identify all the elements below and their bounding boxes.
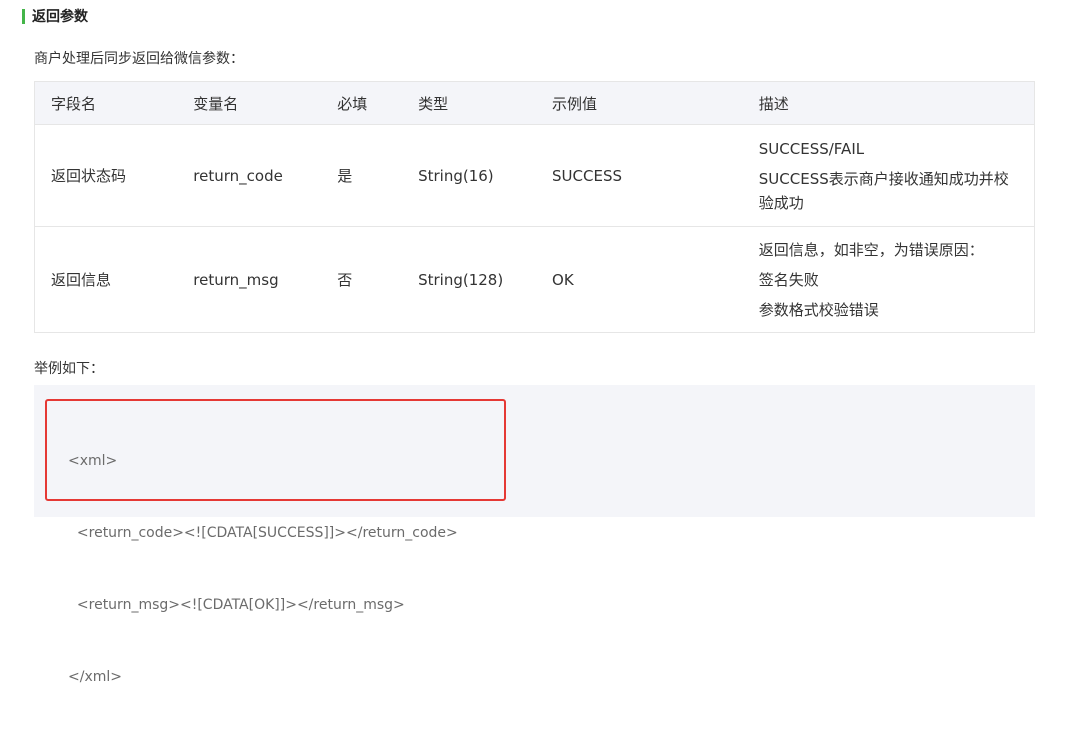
cell-variable: return_msg: [193, 270, 279, 289]
code-block: <xml> <return_code><![CDATA[SUCCESS]]></…: [34, 385, 1035, 685]
section-title-text: 返回参数: [32, 9, 88, 25]
table-row: 返回状态码 return_code 是 String(16) SUCCESS S…: [34, 124, 1035, 227]
cell-field: 返回状态码: [51, 167, 127, 185]
header-type: 类型: [418, 94, 449, 113]
code-line: </xml>: [68, 669, 122, 685]
intro-text: 商户处理后同步返回给微信参数：: [34, 51, 244, 67]
header-field-name: 字段名: [51, 94, 97, 113]
header-required: 必填: [337, 94, 368, 113]
cell-example: SUCCESS: [552, 166, 622, 185]
title-accent-bar: [22, 8, 25, 24]
desc-line: 签名失败: [758, 270, 819, 289]
code-line: <return_code><![CDATA[SUCCESS]]></return…: [68, 525, 458, 541]
desc-line: SUCCESS/FAIL: [758, 139, 865, 158]
parameters-table: 字段名 变量名 必填 类型 示例值 描述 返回状态码 return_code 是…: [34, 81, 1035, 333]
header-description: 描述: [758, 94, 789, 113]
example-label: 举例如下：: [34, 361, 104, 377]
code-lines: <xml> <return_code><![CDATA[SUCCESS]]></…: [68, 401, 458, 737]
section-title: 返回参数: [22, 5, 88, 27]
code-line: <return_msg><![CDATA[OK]]></return_msg>: [68, 597, 405, 613]
desc-line: SUCCESS表示商户接收通知成功并校: [758, 169, 1009, 188]
desc-line: 返回信息，如非空，为错误原因：: [758, 240, 984, 259]
cell-variable: return_code: [193, 166, 283, 185]
cell-example: OK: [552, 270, 574, 289]
code-line: <xml>: [68, 453, 118, 469]
header-example: 示例值: [552, 94, 598, 113]
cell-required: 否: [337, 271, 353, 289]
cell-type: String(128): [418, 270, 504, 289]
header-variable-name: 变量名: [193, 94, 239, 113]
cell-required: 是: [337, 167, 353, 185]
desc-line: 验成功: [758, 193, 804, 212]
cell-description: 返回信息，如非空，为错误原因： 签名失败 参数格式校验错误: [743, 227, 1035, 333]
cell-type: String(16): [418, 166, 494, 185]
cell-description: SUCCESS/FAIL SUCCESS表示商户接收通知成功并校 验成功: [743, 125, 1035, 227]
table-row: 返回信息 return_msg 否 String(128) OK 返回信息，如非…: [34, 226, 1035, 333]
table-header-row: 字段名 变量名 必填 类型 示例值 描述: [34, 81, 1035, 125]
cell-field: 返回信息: [51, 271, 112, 289]
desc-line: 参数格式校验错误: [758, 300, 879, 319]
